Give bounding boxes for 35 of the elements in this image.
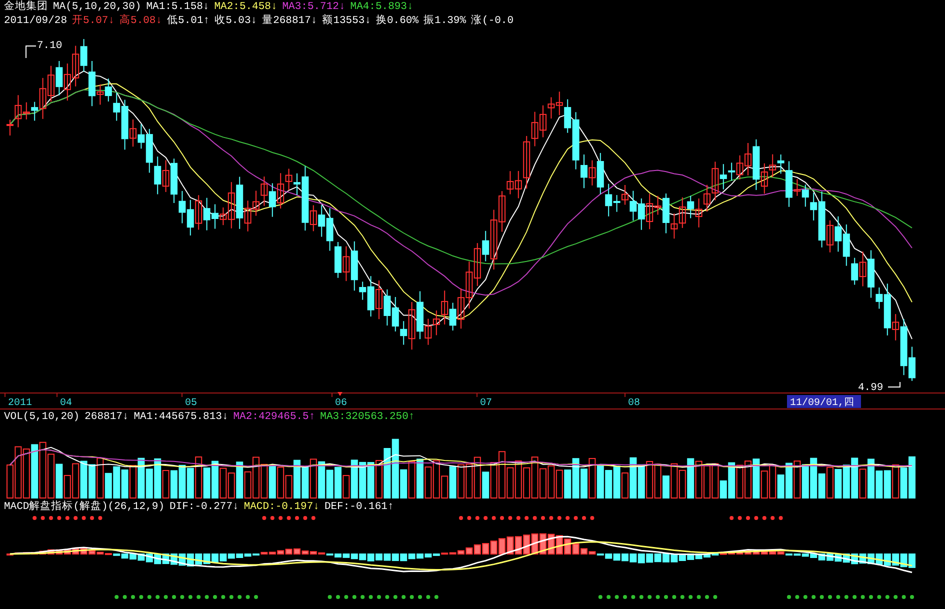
quote-value: 振1.39% bbox=[424, 14, 466, 28]
month-label: 08 bbox=[628, 398, 640, 409]
quote-value: 开5.07↓ bbox=[72, 14, 115, 28]
month-label: 04 bbox=[60, 398, 72, 409]
macd-title: MACD解盘指标(解盘)(26,12,9) bbox=[4, 500, 165, 514]
volume-params: VOL(5,10,20) bbox=[4, 410, 80, 424]
month-label: 2011 bbox=[8, 398, 32, 409]
marker-icon bbox=[337, 392, 343, 396]
ma-value: MA1:5.158↓ bbox=[146, 0, 210, 14]
quote-value: 量268817↓ bbox=[262, 14, 318, 28]
ma-value: MA2:5.458↓ bbox=[214, 0, 278, 14]
quote-value: 换0.60% bbox=[376, 14, 419, 28]
quote-value: 低5.01↑ bbox=[167, 14, 210, 28]
low-price-label: 4.99 bbox=[858, 382, 900, 392]
month-label: 07 bbox=[480, 398, 492, 409]
quote-value: 收5.03↓ bbox=[214, 14, 258, 28]
month-label: 06 bbox=[335, 398, 348, 409]
quote-value: 额13553↓ bbox=[322, 14, 371, 28]
volume-value: MA2:429465.5↑ bbox=[233, 410, 316, 424]
volume-value: MA1:445675.813↓ bbox=[134, 410, 228, 424]
ma-value: MA3:5.712↓ bbox=[282, 0, 346, 14]
quote-value: 2011/09/28 bbox=[4, 14, 68, 28]
cursor-date-label: 11/09/01,四 bbox=[787, 395, 861, 409]
quote-value: 涨(-0.0 bbox=[471, 14, 514, 28]
volume-value: 268817↓ bbox=[84, 410, 129, 424]
high-price-label: 7.10 bbox=[26, 40, 62, 58]
volume-value: MA3:320563.250↑ bbox=[320, 410, 415, 424]
ma-params: MA(5,10,20,30) bbox=[53, 0, 142, 14]
macd-value: DIF:-0.277↓ bbox=[170, 500, 239, 514]
stock-name: 金地集团 bbox=[4, 0, 48, 14]
month-label: 05 bbox=[185, 398, 198, 409]
macd-value: MACD:-0.197↓ bbox=[244, 500, 320, 514]
quote-value: 高5.08↓ bbox=[120, 14, 162, 28]
ma-value: MA4:5.893↓ bbox=[350, 0, 414, 14]
macd-value: DEF:-0.161↑ bbox=[324, 500, 394, 514]
